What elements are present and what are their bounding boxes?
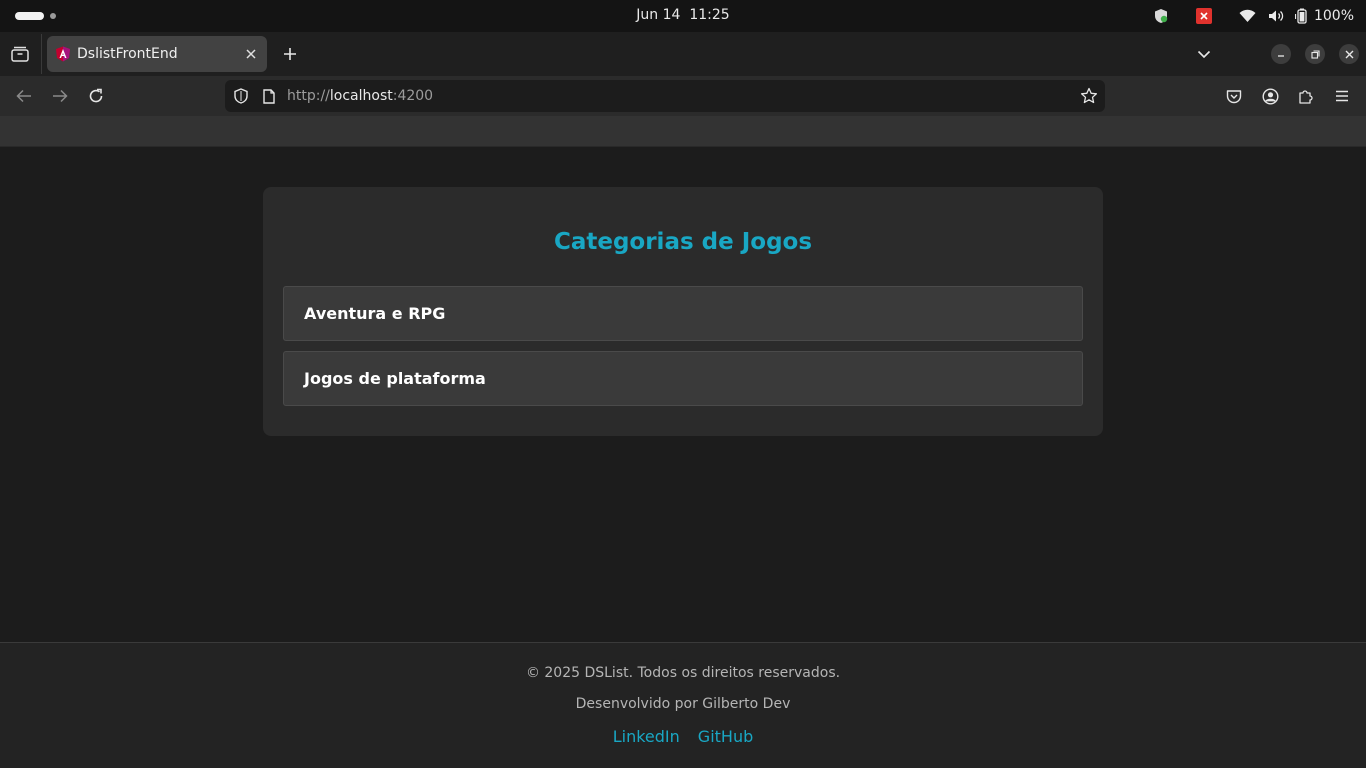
browser-tab-strip: DslistFrontEnd xyxy=(0,32,1366,76)
new-tab-plus-icon[interactable] xyxy=(280,44,300,64)
clock-text: Jun 14 11:25 xyxy=(636,7,730,23)
tab-dslist[interactable]: DslistFrontEnd xyxy=(47,36,267,72)
page-info-icon[interactable] xyxy=(261,88,277,104)
footer-developer: Desenvolvido por Gilberto Dev xyxy=(575,696,791,712)
category-label: Aventura e RPG xyxy=(304,304,446,323)
categories-card: Categorias de Jogos Aventura e RPG Jogos… xyxy=(263,187,1103,436)
angular-favicon-icon xyxy=(55,46,71,62)
footer-links: LinkedIn GitHub xyxy=(0,727,1366,746)
battery-percentage: 100% xyxy=(1313,8,1354,24)
linkedin-link[interactable]: LinkedIn xyxy=(613,727,680,746)
os-top-bar: Jun 14 11:25 100% xyxy=(0,0,1366,32)
category-label: Jogos de plataforma xyxy=(304,369,486,388)
restore-icon[interactable] xyxy=(1305,44,1325,64)
chevron-down-icon[interactable] xyxy=(1194,44,1214,64)
tab-title: DslistFrontEnd xyxy=(77,46,178,62)
footer: © 2025 DSList. Todos os direitos reserva… xyxy=(0,642,1366,768)
battery-icon[interactable] xyxy=(1292,6,1312,26)
pocket-icon[interactable] xyxy=(1223,85,1245,107)
url-port: :4200 xyxy=(392,88,434,104)
url-host: localhost xyxy=(329,88,393,104)
tab-close-icon[interactable] xyxy=(241,44,261,64)
account-icon[interactable] xyxy=(1259,85,1281,107)
reload-icon[interactable] xyxy=(85,85,107,107)
extensions-puzzle-icon[interactable] xyxy=(1295,85,1317,107)
app-indicator-icon[interactable] xyxy=(1194,6,1214,26)
bookmark-star-icon[interactable] xyxy=(1080,87,1098,105)
volume-icon[interactable] xyxy=(1266,6,1286,26)
address-bar[interactable]: http://localhost:4200 xyxy=(225,80,1105,112)
tracking-shield-icon[interactable] xyxy=(233,88,249,104)
page-viewport: Categorias de Jogos Aventura e RPG Jogos… xyxy=(0,116,1366,768)
browser-navigation-bar: http://localhost:4200 xyxy=(0,76,1366,116)
page-title: Categorias de Jogos xyxy=(553,229,813,255)
app-header-bar xyxy=(0,116,1366,147)
tab-separator xyxy=(41,34,42,74)
hamburger-menu-icon[interactable] xyxy=(1331,85,1353,107)
shield-check-icon[interactable] xyxy=(1151,6,1171,26)
system-tray[interactable]: 100% xyxy=(1151,6,1354,26)
footer-copyright: © 2025 DSList. Todos os direitos reserva… xyxy=(525,665,841,681)
wifi-icon[interactable] xyxy=(1238,6,1258,26)
url-scheme: http:// xyxy=(287,88,330,104)
forward-arrow-icon[interactable] xyxy=(49,85,71,107)
back-arrow-icon[interactable] xyxy=(13,85,35,107)
url-text[interactable]: http://localhost:4200 xyxy=(287,88,433,104)
minimize-icon[interactable] xyxy=(1271,44,1291,64)
github-link[interactable]: GitHub xyxy=(698,727,753,746)
category-item[interactable]: Aventura e RPG xyxy=(283,286,1083,341)
category-item[interactable]: Jogos de plataforma xyxy=(283,351,1083,406)
tab-overview-icon[interactable] xyxy=(9,44,31,64)
close-window-icon[interactable] xyxy=(1339,44,1359,64)
